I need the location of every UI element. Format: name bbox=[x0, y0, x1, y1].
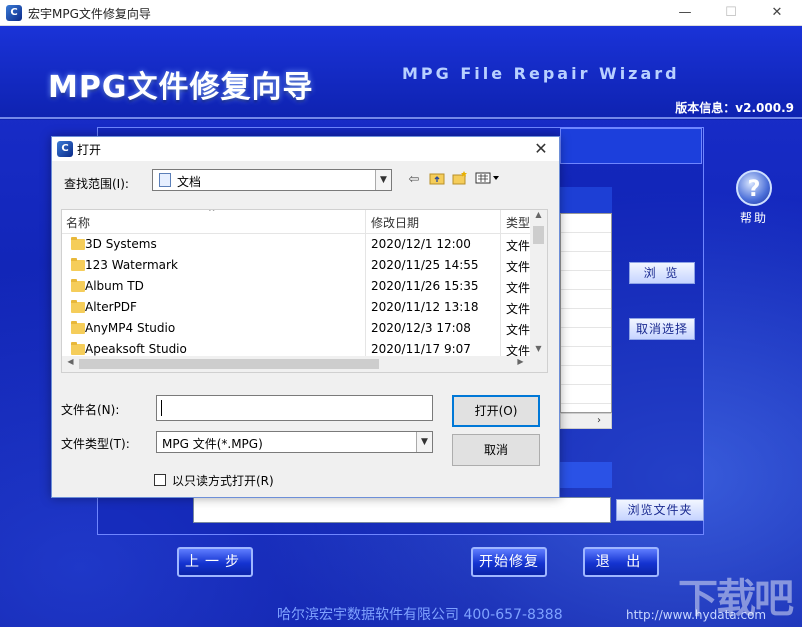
list-item[interactable]: 3D Systems 2020/12/1 12:00 文件 bbox=[62, 234, 532, 255]
document-icon bbox=[159, 173, 171, 187]
file-date: 2020/11/12 13:18 bbox=[371, 300, 479, 314]
file-name: 3D Systems bbox=[85, 237, 157, 251]
file-name: 123 Watermark bbox=[85, 258, 178, 272]
list-item[interactable]: Album TD 2020/11/26 15:35 文件 bbox=[62, 276, 532, 297]
company-info: 哈尔滨宏宇数据软件有限公司 400-657-8388 bbox=[277, 607, 563, 623]
readonly-checkbox[interactable] bbox=[154, 474, 166, 486]
scroll-up-icon[interactable]: ▲ bbox=[530, 210, 547, 224]
file-list-columns: 名称 ^ 修改日期 类型 bbox=[62, 210, 532, 234]
banner: MPG文件修复向导 MPG File Repair Wizard 版本信息：v2… bbox=[0, 26, 802, 120]
title-bar: C 宏宇MPG文件修复向导 — ☐ ✕ bbox=[0, 0, 802, 26]
new-folder-icon[interactable] bbox=[451, 171, 469, 189]
folder-icon bbox=[71, 342, 85, 355]
back-arrow-icon[interactable]: ⇦ bbox=[406, 171, 422, 189]
file-type: 文件 bbox=[506, 281, 531, 295]
dialog-app-icon: C bbox=[57, 141, 73, 157]
filename-input[interactable] bbox=[156, 395, 433, 421]
file-date: 2020/11/25 14:55 bbox=[371, 258, 479, 272]
text-caret bbox=[161, 400, 162, 416]
list-item[interactable]: 123 Watermark 2020/11/25 14:55 文件 bbox=[62, 255, 532, 276]
filetype-label: 文件类型(T): bbox=[61, 437, 130, 451]
file-type: 文件 bbox=[506, 302, 531, 316]
dialog-title: 打开 bbox=[77, 143, 102, 157]
folder-icon bbox=[71, 300, 85, 313]
lookin-label: 查找范围(I): bbox=[64, 177, 129, 191]
lookin-select[interactable]: 文档 ▼ bbox=[152, 169, 392, 191]
banner-divider bbox=[0, 117, 802, 119]
dialog-close-icon[interactable]: ✕ bbox=[531, 139, 551, 158]
open-file-dialog: C 打开 ✕ 查找范围(I): 文档 ▼ ⇦ 名称 ^ 修改日期 类型 3D S… bbox=[51, 136, 560, 498]
list-item[interactable]: AnyMP4 Studio 2020/12/3 17:08 文件 bbox=[62, 318, 532, 339]
file-browser-list[interactable]: 名称 ^ 修改日期 类型 3D Systems 2020/12/1 12:00 … bbox=[61, 209, 548, 373]
folder-icon bbox=[71, 258, 85, 271]
file-list[interactable] bbox=[560, 213, 612, 413]
filetype-value: MPG 文件(*.MPG) bbox=[162, 437, 263, 451]
scroll-thumb[interactable] bbox=[533, 226, 544, 244]
exit-button[interactable]: 退 出 bbox=[583, 547, 659, 577]
minimize-button[interactable]: — bbox=[662, 0, 708, 26]
up-folder-icon[interactable] bbox=[428, 171, 446, 189]
output-folder-input[interactable] bbox=[193, 497, 611, 523]
filename-label: 文件名(N): bbox=[61, 403, 120, 417]
brand-title-cn: MPG文件修复向导 bbox=[48, 70, 314, 105]
folder-icon bbox=[71, 237, 85, 250]
cancel-select-button[interactable]: 取消选择 bbox=[629, 318, 695, 340]
output-header bbox=[560, 462, 612, 488]
start-repair-button[interactable]: 开始修复 bbox=[471, 547, 547, 577]
sort-up-icon: ^ bbox=[208, 209, 216, 218]
scroll-right-icon[interactable]: ▶ bbox=[512, 357, 529, 371]
watermark-logo: 下载吧 bbox=[678, 576, 794, 622]
panel-header bbox=[560, 128, 702, 164]
file-date: 2020/11/17 9:07 bbox=[371, 342, 471, 356]
file-name: Album TD bbox=[85, 279, 144, 293]
file-date: 2020/12/1 12:00 bbox=[371, 237, 471, 251]
folder-icon bbox=[71, 321, 85, 334]
browse-folder-button[interactable]: 浏览文件夹 bbox=[616, 499, 704, 521]
file-name: AnyMP4 Studio bbox=[85, 321, 176, 335]
maximize-button[interactable]: ☐ bbox=[708, 0, 754, 26]
file-list-hscroll[interactable]: › bbox=[560, 413, 612, 429]
column-date[interactable]: 修改日期 bbox=[371, 214, 419, 231]
cancel-button[interactable]: 取消 bbox=[452, 434, 540, 466]
scroll-thumb[interactable] bbox=[79, 359, 379, 369]
file-type: 文件 bbox=[506, 323, 531, 337]
help-icon[interactable]: ? bbox=[736, 170, 772, 206]
help-label[interactable]: 帮助 bbox=[736, 209, 772, 226]
dialog-title-bar: C 打开 ✕ bbox=[52, 137, 559, 161]
chevron-down-icon[interactable]: ▼ bbox=[416, 432, 432, 452]
scroll-left-icon[interactable]: ◀ bbox=[62, 357, 79, 371]
file-date: 2020/11/26 15:35 bbox=[371, 279, 479, 293]
column-type[interactable]: 类型 bbox=[506, 214, 530, 231]
filetype-select[interactable]: MPG 文件(*.MPG) ▼ bbox=[156, 431, 433, 453]
view-menu-icon[interactable] bbox=[474, 171, 504, 189]
chevron-down-icon[interactable]: ▼ bbox=[375, 170, 391, 190]
prev-step-button[interactable]: 上一步 bbox=[177, 547, 253, 577]
file-type: 文件 bbox=[506, 239, 531, 253]
browse-button[interactable]: 浏 览 bbox=[629, 262, 695, 284]
file-name: Apeaksoft Studio bbox=[85, 342, 187, 356]
column-name[interactable]: 名称 bbox=[66, 214, 90, 231]
folder-icon bbox=[71, 279, 85, 292]
file-type: 文件 bbox=[506, 260, 531, 274]
lookin-value: 文档 bbox=[177, 175, 202, 189]
vertical-scrollbar[interactable]: ▲ ▼ bbox=[530, 210, 547, 358]
list-item[interactable]: AlterPDF 2020/11/12 13:18 文件 bbox=[62, 297, 532, 318]
horizontal-scrollbar[interactable]: ◀ ▶ bbox=[62, 356, 547, 372]
file-name: AlterPDF bbox=[85, 300, 137, 314]
file-date: 2020/12/3 17:08 bbox=[371, 321, 471, 335]
close-button[interactable]: ✕ bbox=[754, 0, 800, 26]
file-list-header bbox=[560, 187, 612, 213]
brand-title-en: MPG File Repair Wizard bbox=[402, 64, 680, 83]
version-info: 版本信息：v2.000.9 bbox=[675, 101, 794, 115]
window-title: 宏宇MPG文件修复向导 bbox=[28, 7, 151, 21]
open-button[interactable]: 打开(O) bbox=[452, 395, 540, 427]
app-logo-icon: C bbox=[6, 5, 22, 21]
readonly-label[interactable]: 以只读方式打开(R) bbox=[172, 472, 274, 489]
